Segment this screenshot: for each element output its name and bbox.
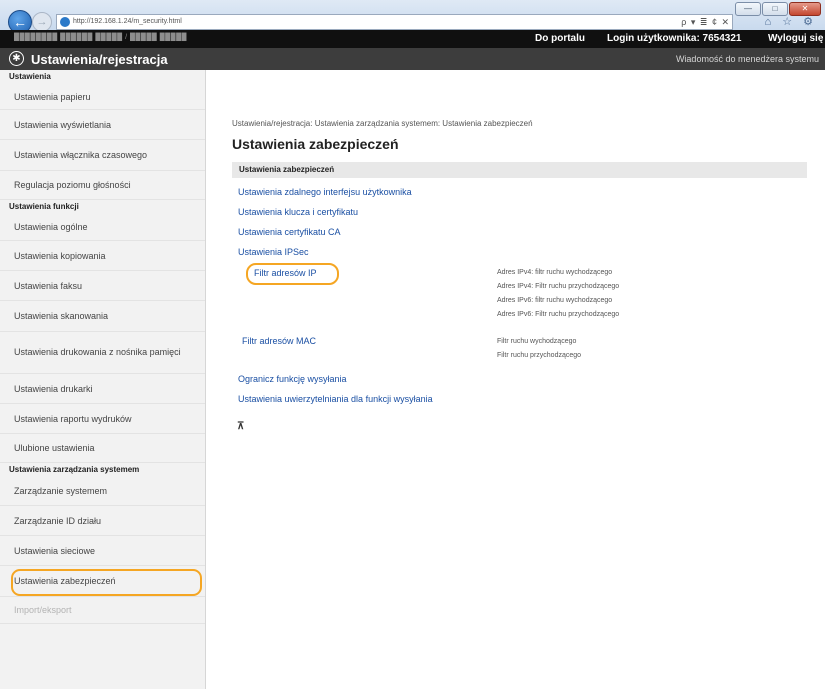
mac-filter-note: Filtr ruchu wychodzącego: [497, 338, 577, 345]
window-controls: — □ ✕: [735, 2, 821, 16]
sidebar-item-copy[interactable]: Ustawienia kopiowania: [0, 241, 205, 271]
sidebar-item-printer[interactable]: Ustawienia drukarki: [0, 374, 205, 404]
sidebar-item-scan[interactable]: Ustawienia skanowania: [0, 301, 205, 332]
browser-toolbar: — □ ✕ ← → http://192.168.1.24/m_security…: [0, 0, 825, 34]
sidebar-item-general[interactable]: Ustawienia ogólne: [0, 214, 205, 241]
main-content: Ustawienia/rejestracja: Ustawienia zarzą…: [205, 70, 825, 689]
sidebar-item-security[interactable]: Ustawienia zabezpieczeń: [0, 566, 205, 597]
header-bar: ✱ Ustawienia/rejestracja Wiadomość do me…: [0, 48, 825, 70]
sidebar-item-system-management[interactable]: Zarządzanie systemem: [0, 477, 205, 506]
sidebar-item-fax[interactable]: Ustawienia faksu: [0, 271, 205, 301]
mac-filter-note: Filtr ruchu przychodzącego: [497, 352, 582, 359]
url-text: http://192.168.1.24/m_security.html: [73, 18, 182, 25]
minimize-button[interactable]: —: [735, 2, 761, 16]
sidebar-item-paper[interactable]: Ustawienia papieru: [0, 84, 205, 110]
link-key-certificate-settings[interactable]: Ustawienia klucza i certyfikatu: [238, 207, 358, 217]
settings-gear-icon: ✱: [9, 51, 24, 66]
sidebar-item-timer[interactable]: Ustawienia włącznika czasowego: [0, 140, 205, 171]
maximize-button[interactable]: □: [762, 2, 788, 16]
address-actions[interactable]: ρ ▾ ≣ ¢ ✕: [681, 15, 730, 29]
page-title: Ustawienia zabezpieczeń: [232, 136, 399, 152]
link-ipsec-settings[interactable]: Ustawienia IPSec: [238, 247, 309, 257]
user-login-info: Login użytkownika: 7654321: [607, 33, 742, 44]
sidebar: Ustawienia Ustawienia papieru Ustawienia…: [0, 70, 206, 689]
link-ca-certificate-settings[interactable]: Ustawienia certyfikatu CA: [238, 227, 341, 237]
sidebar-section-functions: Ustawienia funkcji: [9, 202, 79, 211]
portal-link[interactable]: Do portalu: [535, 33, 585, 44]
address-bar[interactable]: http://192.168.1.24/m_security.html ρ ▾ …: [56, 14, 733, 30]
ip-filter-note: Adres IPv6: filtr ruchu wychodzącego: [497, 297, 613, 304]
close-button[interactable]: ✕: [789, 2, 821, 16]
header-title: Ustawienia/rejestracja: [31, 52, 168, 67]
link-mac-address-filter[interactable]: Filtr adresów MAC: [242, 336, 316, 346]
sidebar-item-import-export[interactable]: Import/eksport: [0, 597, 205, 624]
sidebar-item-network[interactable]: Ustawienia sieciowe: [0, 536, 205, 566]
link-remote-ui-settings[interactable]: Ustawienia zdalnego interfejsu użytkowni…: [238, 187, 412, 197]
sidebar-item-report[interactable]: Ustawienia raportu wydruków: [0, 404, 205, 434]
admin-message-link[interactable]: Wiadomość do menedżera systemu: [676, 54, 819, 64]
ip-filter-note: Adres IPv6: Filtr ruchu przychodzącego: [497, 311, 620, 318]
browser-page-icon: [60, 17, 70, 27]
sidebar-section-management: Ustawienia zarządzania systemem: [9, 465, 140, 474]
breadcrumb: Ustawienia/rejestracja: Ustawienia zarzą…: [232, 119, 533, 128]
link-restrict-send-function[interactable]: Ogranicz funkcję wysyłania: [238, 374, 347, 384]
device-name: ████████ ██████ █████ / █████ █████: [14, 34, 187, 41]
top-bar: ████████ ██████ █████ / █████ █████ Do p…: [0, 30, 825, 48]
sidebar-item-media-print[interactable]: Ustawienia drukowania z nośnika pamięci: [0, 332, 205, 374]
sidebar-section-settings: Ustawienia: [9, 72, 51, 81]
link-send-authentication-settings[interactable]: Ustawienia uwierzytelniania dla funkcji …: [238, 394, 433, 404]
logout-link[interactable]: Wyloguj się: [768, 33, 823, 44]
back-to-top-icon[interactable]: ⊼: [237, 421, 244, 432]
sidebar-item-display[interactable]: Ustawienia wyświetlania: [0, 110, 205, 140]
browser-tool-icons[interactable]: ⌂ ☆ ⚙: [765, 15, 817, 28]
sidebar-item-volume[interactable]: Regulacja poziomu głośności: [0, 171, 205, 200]
ip-filter-note: Adres IPv4: filtr ruchu wychodzącego: [497, 269, 613, 276]
link-ip-address-filter[interactable]: Filtr adresów IP: [254, 268, 317, 278]
ip-filter-note: Adres IPv4: Filtr ruchu przychodzącego: [497, 283, 620, 290]
section-header: Ustawienia zabezpieczeń: [232, 162, 807, 178]
forward-button[interactable]: →: [32, 12, 52, 32]
sidebar-item-favorites[interactable]: Ulubione ustawienia: [0, 434, 205, 463]
sidebar-item-department-id[interactable]: Zarządzanie ID działu: [0, 506, 205, 536]
